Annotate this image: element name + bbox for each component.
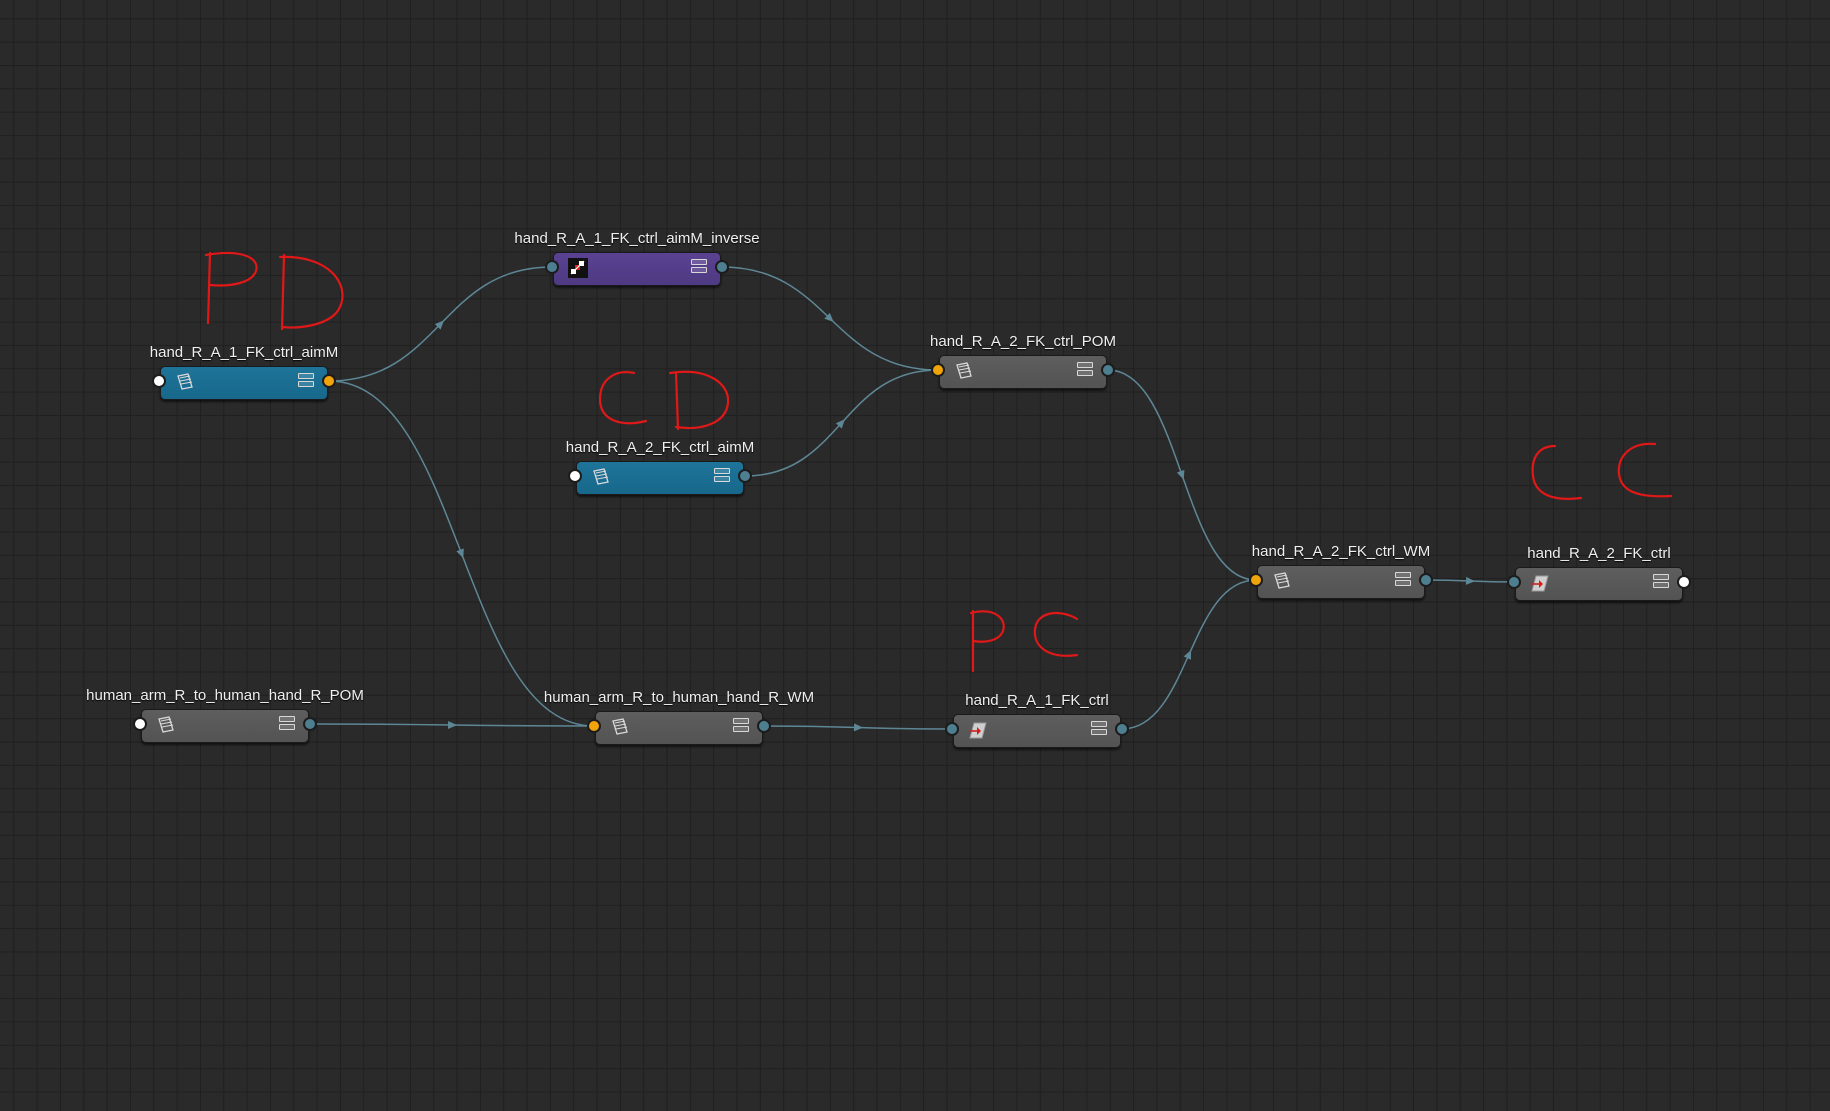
annotation-pd	[204, 251, 344, 330]
output-port[interactable]	[303, 717, 317, 731]
node-menu-icon[interactable]	[1077, 362, 1093, 380]
transform-icon	[1531, 575, 1549, 592]
node-menu-icon[interactable]	[1653, 574, 1669, 592]
output-port[interactable]	[715, 260, 729, 274]
node-hand-r-a-1-fk-ctrl-aimm[interactable]: hand_R_A_1_FK_ctrl_aimM	[150, 344, 338, 400]
output-port[interactable]	[1101, 363, 1115, 377]
input-port[interactable]	[133, 717, 147, 731]
input-port[interactable]	[568, 469, 582, 483]
node-menu-icon[interactable]	[1091, 721, 1107, 739]
node-title: hand_R_A_2_FK_ctrl_POM	[930, 333, 1116, 350]
inverse-matrix-icon	[568, 258, 588, 278]
node-menu-icon[interactable]	[733, 718, 749, 736]
input-port[interactable]	[545, 260, 559, 274]
node-title: hand_R_A_2_FK_ctrl_WM	[1251, 543, 1431, 560]
node-hand-r-a-2-fk-ctrl-pom[interactable]: hand_R_A_2_FK_ctrl_POM	[930, 333, 1116, 389]
matrix-stack-icon	[612, 718, 628, 735]
output-port[interactable]	[1115, 722, 1129, 736]
node-title: hand_R_A_1_FK_ctrl	[965, 692, 1109, 709]
wire-arrow-icon	[1176, 469, 1185, 480]
transform-icon	[969, 722, 987, 739]
input-port[interactable]	[152, 374, 166, 388]
node-hand-r-a-1-fk-ctrl[interactable]: hand_R_A_1_FK_ctrl	[945, 692, 1129, 748]
node-title: human_arm_R_to_human_hand_R_WM	[543, 689, 815, 706]
node-title: hand_R_A_2_FK_ctrl	[1527, 545, 1671, 562]
input-port[interactable]	[945, 722, 959, 736]
output-port[interactable]	[322, 374, 336, 388]
node-menu-icon[interactable]	[691, 259, 707, 277]
node-hand-r-a-2-fk-ctrl[interactable]: hand_R_A_2_FK_ctrl	[1507, 545, 1691, 601]
input-port[interactable]	[1507, 575, 1521, 589]
annotation-cc	[1531, 442, 1673, 500]
wire-arrow-icon	[456, 548, 464, 559]
input-port[interactable]	[931, 363, 945, 377]
node-menu-icon[interactable]	[714, 468, 730, 486]
node-editor-canvas[interactable]: hand_R_A_1_FK_ctrl_aimM hand_R_A_1_FK_ct…	[0, 0, 1830, 1111]
node-human-arm-r-to-human-hand-r-wm[interactable]: human_arm_R_to_human_hand_R_WM	[544, 689, 814, 745]
node-title: hand_R_A_1_FK_ctrl_aimM	[149, 344, 339, 361]
output-port[interactable]	[738, 469, 752, 483]
node-menu-icon[interactable]	[298, 373, 314, 391]
matrix-stack-icon	[593, 468, 609, 485]
node-menu-icon[interactable]	[1395, 572, 1411, 590]
node-title: hand_R_A_2_FK_ctrl_aimM	[565, 439, 755, 456]
wire-arrow-icon	[447, 720, 457, 729]
annotation-cd	[598, 370, 730, 431]
node-title: human_arm_R_to_human_hand_R_POM	[86, 687, 364, 704]
output-port[interactable]	[1419, 573, 1433, 587]
node-menu-icon[interactable]	[279, 716, 295, 734]
node-title: hand_R_A_1_FK_ctrl_aimM_inverse	[514, 230, 760, 247]
input-port[interactable]	[1249, 573, 1263, 587]
node-human-arm-r-to-human-hand-r-pom[interactable]: human_arm_R_to_human_hand_R_POM	[86, 687, 364, 743]
node-hand-r-a-2-fk-ctrl-wm[interactable]: hand_R_A_2_FK_ctrl_WM	[1249, 543, 1433, 599]
node-hand-r-a-2-fk-ctrl-aimm[interactable]: hand_R_A_2_FK_ctrl_aimM	[566, 439, 754, 495]
matrix-stack-icon	[158, 716, 174, 733]
node-hand-r-a-1-fk-ctrl-aimm-inverse[interactable]: hand_R_A_1_FK_ctrl_aimM_inverse	[514, 230, 760, 286]
input-port[interactable]	[587, 719, 601, 733]
matrix-stack-icon	[1274, 572, 1290, 589]
wire-arrow-icon	[853, 723, 863, 732]
annotation-pc	[969, 609, 1079, 673]
output-port[interactable]	[1677, 575, 1691, 589]
wire-arrow-icon	[1465, 576, 1475, 585]
matrix-stack-icon	[177, 373, 193, 390]
wire-arrow-icon	[1183, 649, 1192, 660]
output-port[interactable]	[757, 719, 771, 733]
matrix-stack-icon	[956, 362, 972, 379]
